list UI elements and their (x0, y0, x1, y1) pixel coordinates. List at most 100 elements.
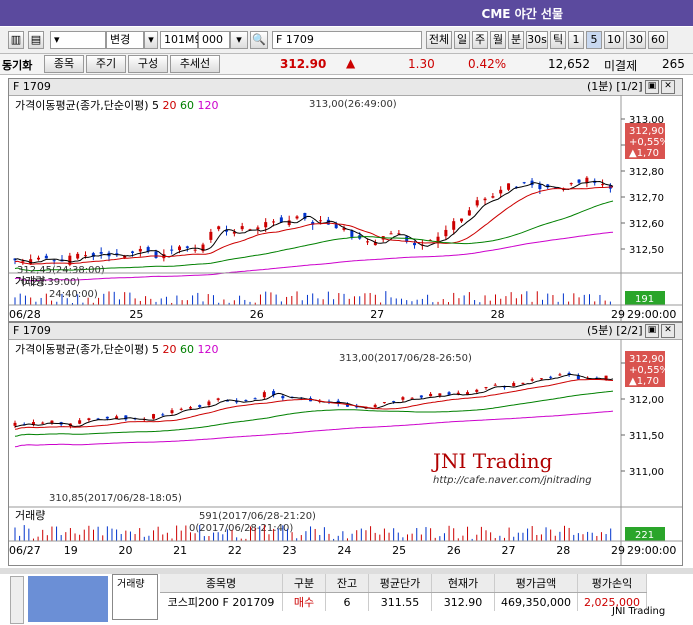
candle-body (467, 210, 471, 216)
candle-body (452, 221, 456, 230)
candle-body (475, 389, 479, 392)
period-button-9[interactable]: 10 (604, 31, 624, 49)
code-field[interactable]: 101M9 (160, 31, 202, 49)
cell-eval: 469,350,000 (494, 592, 578, 611)
y-tick-label: 312,00 (629, 395, 664, 406)
save-icon[interactable]: ▤ (28, 31, 44, 49)
period-button-5[interactable]: 30s (526, 31, 548, 49)
candle-body (37, 257, 41, 260)
price-badge-text: ▲1,70 (629, 376, 659, 387)
tab-config[interactable]: 구성 (128, 55, 168, 73)
candle-body (188, 407, 192, 409)
candle-body (558, 374, 562, 376)
period-button-6[interactable]: 틱 (550, 31, 566, 49)
tab-period[interactable]: 주기 (86, 55, 126, 73)
tab-symbol[interactable]: 종목 (44, 55, 84, 73)
candle-body (447, 392, 451, 395)
cell-avg: 311.55 (368, 592, 432, 611)
candle-body (217, 226, 221, 230)
candle-body (44, 255, 48, 259)
watermark-title: JNI Trading (433, 449, 553, 473)
candle-body (281, 396, 285, 399)
ma60-line (14, 390, 614, 437)
period-button-2[interactable]: 주 (472, 31, 488, 49)
candle-body (401, 397, 405, 400)
chevron-down-icon[interactable]: ▾ (144, 31, 158, 49)
candle-body (483, 198, 487, 201)
period-button-11[interactable]: 60 (648, 31, 668, 49)
candle-body (389, 233, 393, 235)
title-bar: CME 야간 선물 (0, 0, 693, 26)
chart-2-5min[interactable]: F 1709 (5분) [2/2] ▣ ✕ 가격이동평균(종가,단순이평) 5 … (8, 322, 683, 566)
period-button-4[interactable]: 분 (508, 31, 524, 49)
candle-body (512, 383, 516, 387)
price-badge-text: 312,90 (629, 126, 664, 137)
x-tick-label: 25 (129, 308, 143, 321)
layout-icon[interactable]: ▥ (8, 31, 24, 49)
col-cur: 현재가 (431, 574, 495, 593)
dropdown-icon[interactable]: ▾ (230, 31, 248, 49)
unsettled-label: 미결제 (604, 59, 638, 73)
candle-body (438, 393, 442, 396)
scroll-track[interactable] (10, 576, 24, 624)
candle-body (209, 231, 213, 240)
y-tick-label: 312,80 (629, 167, 664, 178)
search-icon[interactable]: 🔍 (250, 31, 268, 49)
period-button-3[interactable]: 월 (490, 31, 506, 49)
candle-body (601, 184, 605, 186)
y-tick-label: 312,70 (629, 193, 664, 204)
watermark-url: http://cafe.naver.com/jnitrading (433, 475, 592, 486)
period-button-10[interactable]: 30 (626, 31, 646, 49)
col-side: 구분 (282, 574, 326, 593)
account-select[interactable]: ▾ (50, 31, 106, 49)
candle-body (538, 184, 542, 190)
col-eval: 평가금액 (494, 574, 578, 593)
candle-body (99, 252, 103, 254)
x-tick-label: 24 (337, 544, 351, 557)
candle-body (76, 253, 80, 259)
candle-body (152, 414, 156, 419)
candle-body (484, 387, 488, 389)
tab-trendline[interactable]: 추세선 (170, 55, 220, 73)
candle-body (319, 220, 323, 222)
period-button-0[interactable]: 전체 (426, 31, 452, 49)
candle-body (161, 414, 165, 416)
sync-label[interactable]: 동기화 (2, 57, 32, 73)
quote-bar: 동기화 종목 주기 구성 추세선 312.90 ▲ 1.30 0.42% 12,… (0, 54, 693, 75)
x-tick-label: 06/27 (9, 544, 41, 557)
candle-body (366, 241, 370, 243)
candle-body (253, 398, 257, 400)
period-button-7[interactable]: 1 (568, 31, 584, 49)
candle-body (87, 418, 91, 421)
x-tick-label: 28 (491, 308, 505, 321)
col-name: 종목명 (160, 574, 283, 593)
candle-body (507, 183, 511, 190)
x-tick-label: 29:00:00 (627, 308, 676, 321)
candle-body (491, 196, 495, 198)
candle-body (262, 392, 266, 398)
period-button-8[interactable]: 5 (586, 31, 602, 49)
table-row[interactable]: 코스피200 F 201709 매수 6 311.55 312.90 469,3… (160, 592, 647, 611)
ma5-line (14, 374, 614, 428)
period-button-1[interactable]: 일 (454, 31, 470, 49)
candle-body (216, 398, 220, 400)
ma120-line (14, 410, 614, 448)
side-label: 거래량 (112, 574, 158, 620)
mode-button[interactable]: 변경 (106, 31, 144, 49)
candle-body (334, 224, 338, 229)
price-badge-text: 312,90 (629, 354, 664, 365)
candle-body (131, 251, 135, 253)
cell-name: 코스피200 F 201709 (160, 592, 283, 611)
candle-body (78, 420, 82, 424)
candle-body (499, 189, 503, 194)
chart-1-min[interactable]: F 1709 (1분) [1/2] ▣ ✕ 가격이동평균(종가,단순이평) 5 … (8, 78, 683, 322)
cell-qty: 6 (325, 592, 369, 611)
cell-cur: 312.90 (431, 592, 495, 611)
x-tick-label: 23 (283, 544, 297, 557)
chart-1-plot[interactable]: 313,00312,90312,80312,70312,60312,50313,… (9, 79, 682, 321)
price-badge-text: +0,55% (629, 365, 669, 376)
col-pnl: 평가손익 (577, 574, 647, 593)
search-input[interactable]: F 1709 (272, 31, 422, 49)
low-annotation: 310,85(2017/06/28-18:05) (49, 493, 182, 504)
chart-2-plot[interactable]: 312,50312,00311,50311,00313,00(2017/06/2… (9, 323, 682, 565)
